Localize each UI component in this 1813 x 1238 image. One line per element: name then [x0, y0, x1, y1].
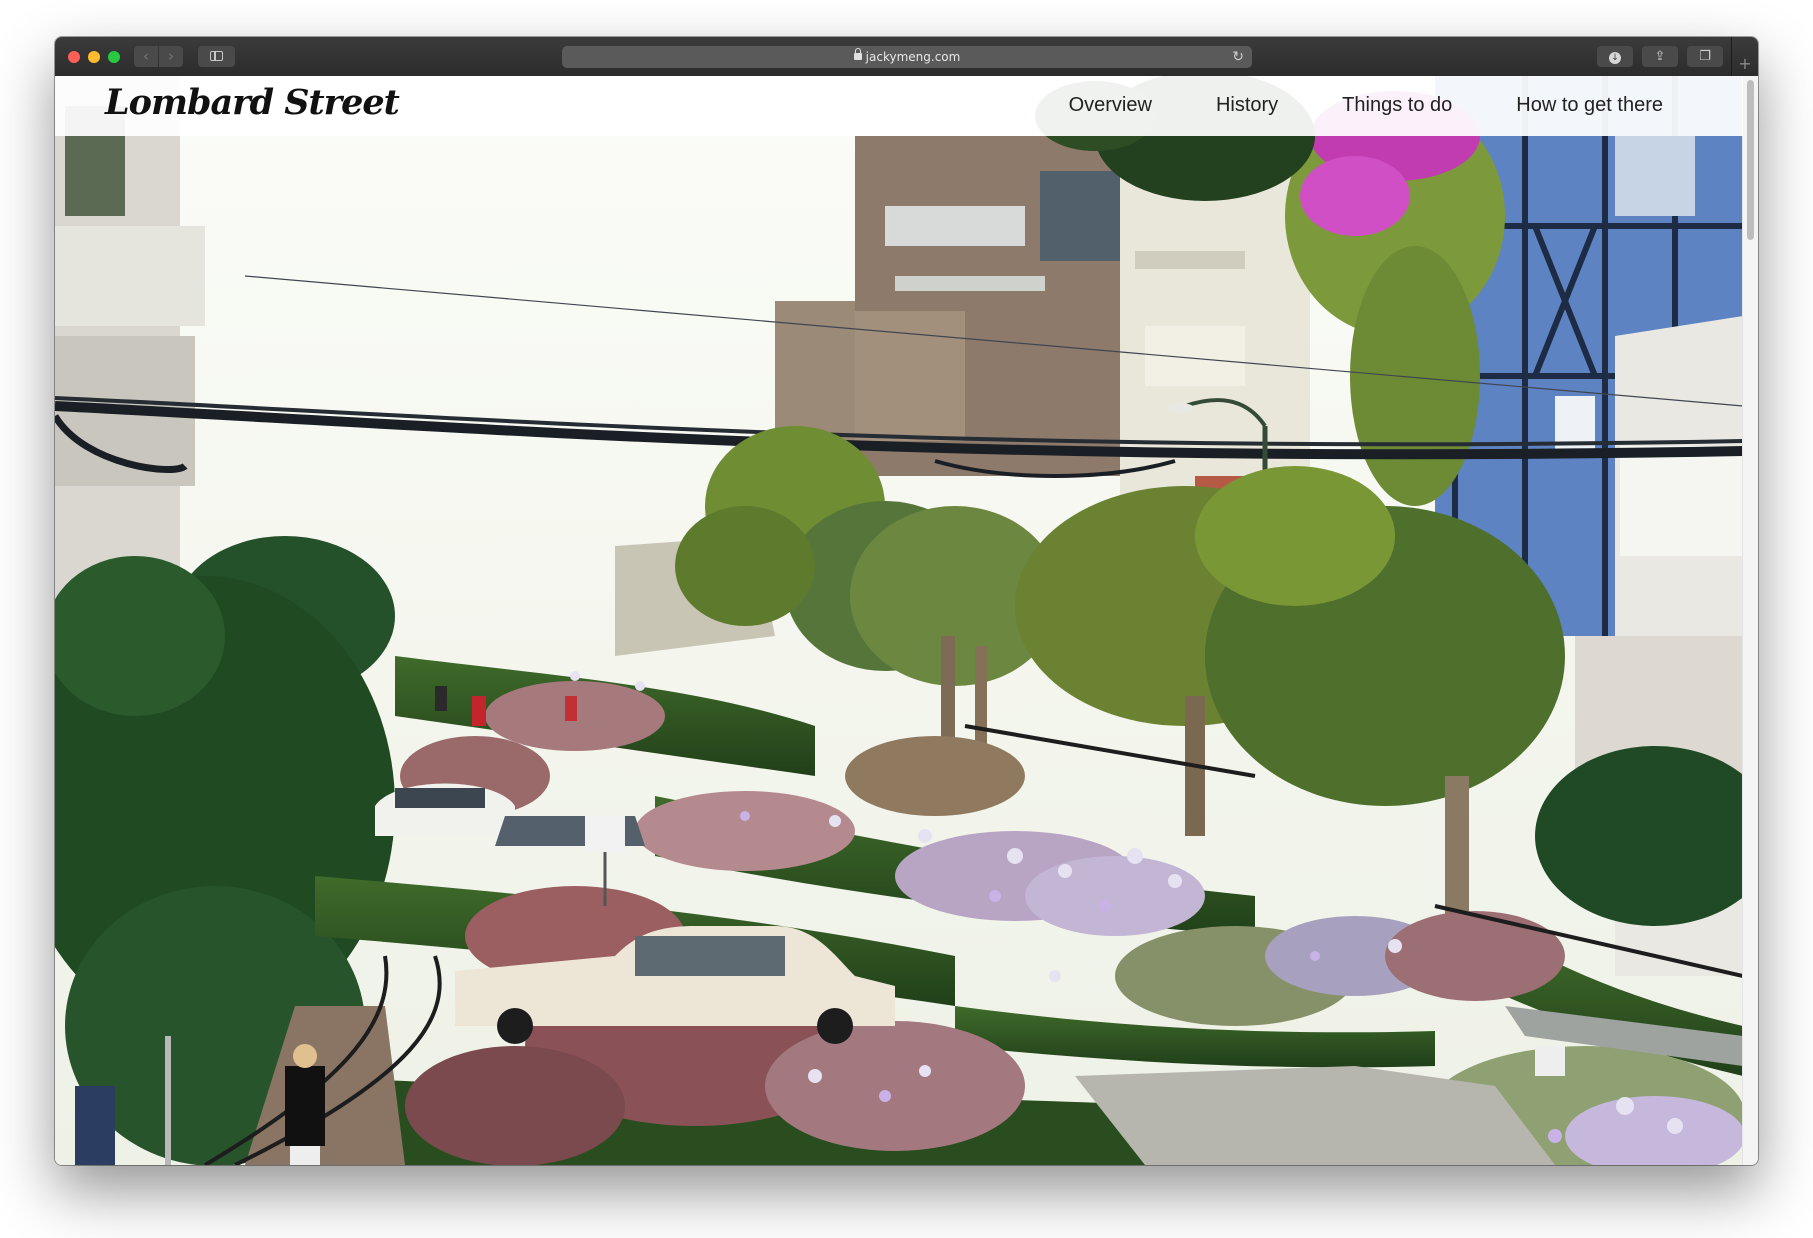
download-icon: ↓ [1609, 52, 1621, 64]
tab-overview-icon: ❐ [1699, 49, 1711, 64]
url-text: jackymeng.com [865, 50, 961, 64]
reload-icon[interactable]: ↻ [1232, 46, 1244, 68]
site-nav: Overview History Things to do How to get… [1005, 76, 1663, 136]
history-nav: ‹ › [134, 46, 184, 67]
lombard-street-photo [55, 76, 1743, 1165]
hero-image [55, 76, 1743, 1165]
plus-icon: + [1738, 54, 1752, 73]
downloads-button[interactable]: ↓ [1597, 46, 1633, 67]
browser-toolbar: ‹ › jackymeng.com ↻ ↓ ⇪ ❐ + [55, 37, 1758, 77]
zoom-window-button[interactable] [108, 51, 120, 63]
new-tab-button[interactable]: + [1731, 37, 1758, 76]
tab-overview-button[interactable]: ❐ [1687, 46, 1723, 67]
car-top [375, 783, 515, 836]
site-header: Lombard Street Overview History Things t… [55, 76, 1743, 136]
lock-icon [853, 48, 862, 60]
minimize-window-button[interactable] [88, 51, 100, 63]
sidebar-icon [210, 51, 223, 61]
address-bar[interactable]: jackymeng.com ↻ [562, 46, 1252, 68]
nav-link-overview[interactable]: Overview [1069, 76, 1152, 136]
nav-link-how-to-get-there[interactable]: How to get there [1516, 76, 1663, 136]
browser-window: ‹ › jackymeng.com ↻ ↓ ⇪ ❐ + Lombard Stre… [55, 37, 1758, 1165]
share-button[interactable]: ⇪ [1642, 46, 1678, 67]
nav-link-things-to-do[interactable]: Things to do [1342, 76, 1452, 136]
chevron-right-icon[interactable]: › [159, 46, 183, 67]
share-icon: ⇪ [1654, 49, 1666, 64]
sidebar-toggle-button[interactable] [198, 46, 235, 67]
page-viewport[interactable]: Lombard Street Overview History Things t… [55, 76, 1743, 1165]
scroll-thumb[interactable] [1747, 80, 1754, 240]
nav-link-history[interactable]: History [1216, 76, 1278, 136]
close-window-button[interactable] [68, 51, 80, 63]
chevron-left-icon[interactable]: ‹ [134, 46, 158, 67]
site-logo[interactable]: Lombard Street [105, 82, 400, 123]
page-scrollbar[interactable] [1742, 76, 1758, 1165]
